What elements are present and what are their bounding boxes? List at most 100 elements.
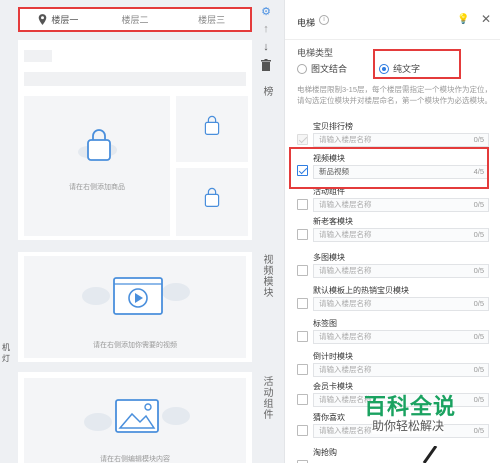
floor-item-checkbox[interactable] bbox=[297, 298, 308, 309]
arrow-down-icon[interactable]: ↓ bbox=[258, 41, 274, 59]
elevator-hint: 电梯楼层限制3-15层，每个楼层需指定一个模块作为定位，请勾选定位模块并对楼层命… bbox=[297, 85, 493, 105]
floor-name-input[interactable]: 请输入楼层名称 0/5 bbox=[313, 228, 489, 242]
trash-icon[interactable] bbox=[258, 59, 274, 77]
watermark-subtitle: 助你轻松解决 bbox=[372, 417, 445, 434]
floor-name-placeholder: 请输入楼层名称 bbox=[319, 299, 372, 308]
panel-header: 电梯 i 💡 ✕ bbox=[285, 0, 500, 40]
placeholder-bar bbox=[24, 72, 246, 86]
product-hint: 请在右侧添加商品 bbox=[69, 184, 125, 191]
shopping-bag-icon bbox=[204, 115, 220, 135]
side-label-top: 榜 bbox=[261, 86, 272, 97]
watermark: 百科全说 助你轻松解决 bbox=[358, 385, 470, 463]
video-module[interactable]: 请在右侧添加你需要的视频 bbox=[18, 252, 252, 362]
floor-name-input[interactable]: 请输入楼层名称 0/5 bbox=[313, 198, 489, 212]
floor-item-label: 猜你喜欢 bbox=[313, 413, 345, 422]
location-pin-icon bbox=[39, 14, 47, 25]
floor-name-placeholder: 请输入楼层名称 bbox=[319, 365, 372, 374]
floor-name-placeholder: 请输入楼层名称 bbox=[319, 135, 372, 144]
floor-item: 活动组件 请输入楼层名称 0/5 bbox=[297, 186, 489, 216]
edge-char-1: 机 bbox=[2, 343, 10, 352]
floor-name-input[interactable]: 请输入楼层名称 0/5 bbox=[313, 264, 489, 278]
floor-item-label: 多图模块 bbox=[313, 253, 345, 262]
floor-item: 新老客模块 请输入楼层名称 0/5 bbox=[297, 216, 489, 246]
char-count: 0/5 bbox=[473, 230, 484, 239]
product-image-large: 请在右侧添加商品 bbox=[24, 96, 170, 236]
product-image-small-1 bbox=[176, 96, 248, 162]
floor-tab-1[interactable]: 楼层一 bbox=[20, 13, 97, 26]
floor-item-checkbox[interactable] bbox=[297, 229, 308, 240]
floor-item: 默认模板上的热销宝贝模块请输入楼层名称 0/5 bbox=[297, 285, 489, 315]
trash-shape bbox=[261, 59, 271, 71]
gear-icon[interactable]: ⚙ bbox=[258, 5, 274, 23]
shopping-bag-icon bbox=[204, 187, 220, 207]
floor-name-input[interactable]: 请输入楼层名称 0/5 bbox=[313, 363, 489, 377]
char-count: 0/5 bbox=[473, 426, 484, 435]
highlight-box-radio bbox=[373, 49, 461, 79]
elevator-type-label: 电梯类型 bbox=[297, 48, 334, 58]
activity-module[interactable]: 请在右侧编辑模块内容 bbox=[18, 372, 252, 463]
floor-name-placeholder: 请输入楼层名称 bbox=[319, 332, 372, 341]
activity-placeholder: 请在右侧编辑模块内容 bbox=[24, 378, 246, 463]
side-label-activity: 活动组件 bbox=[261, 376, 272, 420]
placeholder-bar bbox=[24, 50, 52, 62]
panel-title: 电梯 bbox=[297, 18, 316, 28]
char-count: 0/5 bbox=[473, 200, 484, 209]
lightbulb-icon[interactable]: 💡 bbox=[457, 14, 469, 25]
floor-item-label: 会员卡模块 bbox=[313, 382, 353, 391]
floor-item-checkbox[interactable] bbox=[297, 425, 308, 436]
side-label-video: 视频模块 bbox=[261, 254, 272, 298]
char-count: 0/5 bbox=[473, 266, 484, 275]
floor-name-placeholder: 请输入楼层名称 bbox=[319, 230, 372, 239]
floor-item-checkbox[interactable] bbox=[297, 394, 308, 405]
char-count: 0/5 bbox=[473, 299, 484, 308]
floor-item-label: 倒计时模块 bbox=[313, 352, 353, 361]
video-placeholder: 请在右侧添加你需要的视频 bbox=[24, 256, 246, 358]
image-icon bbox=[84, 399, 190, 433]
floor-tab-1-label: 楼层一 bbox=[51, 15, 79, 25]
highlight-box-video bbox=[289, 147, 489, 189]
floor-tab-2[interactable]: 楼层二 bbox=[97, 13, 174, 26]
video-hint: 请在右侧添加你需要的视频 bbox=[93, 342, 177, 349]
close-icon[interactable]: ✕ bbox=[481, 12, 491, 26]
floor-item: 多图模块请输入楼层名称 0/5 bbox=[297, 252, 489, 282]
radio-image-text-label: 图文结合 bbox=[311, 64, 348, 74]
char-count: 0/5 bbox=[473, 365, 484, 374]
edge-char-2: 灯 bbox=[2, 354, 10, 363]
floor-tab-3[interactable]: 楼层三 bbox=[173, 13, 250, 26]
edge-text-fragment: 机 灯 bbox=[2, 342, 12, 364]
floor-item: 标签图请输入楼层名称 0/5 bbox=[297, 318, 489, 348]
floor-tab-2-label: 楼层二 bbox=[121, 15, 149, 25]
arrow-up-icon[interactable]: ↑ bbox=[258, 23, 274, 41]
floor-item-checkbox[interactable] bbox=[297, 199, 308, 210]
module-toolbar: ⚙ ↑ ↓ bbox=[258, 5, 274, 77]
char-count: 0/5 bbox=[473, 332, 484, 341]
shopping-bag-icon bbox=[78, 129, 117, 161]
floor-item-label: 标签图 bbox=[313, 319, 337, 328]
activity-hint: 请在右侧编辑模块内容 bbox=[100, 456, 170, 463]
floor-item-label: 淘抢购 bbox=[313, 448, 337, 457]
char-count: 0/5 bbox=[473, 395, 484, 404]
floor-tab-3-label: 楼层三 bbox=[198, 15, 226, 25]
floor-item-label: 宝贝排行榜 bbox=[313, 122, 353, 131]
info-icon[interactable]: i bbox=[319, 15, 329, 25]
floor-item: 倒计时模块请输入楼层名称 0/5 bbox=[297, 351, 489, 381]
floor-name-input[interactable]: 请输入楼层名称 0/5 bbox=[313, 330, 489, 344]
floor-name-placeholder: 请输入楼层名称 bbox=[319, 266, 372, 275]
floor-item-checkbox bbox=[297, 134, 308, 145]
pointer-arrow-icon bbox=[422, 446, 438, 463]
radio-image-text[interactable]: 图文结合 bbox=[297, 62, 347, 75]
product-image-small-2 bbox=[176, 168, 248, 236]
page-canvas: 楼层一 楼层二 楼层三 请在右侧添加商品 请在右侧添加你需要的视频 请在右侧编辑… bbox=[18, 0, 252, 463]
floor-item-label: 默认模板上的热销宝贝模块 bbox=[313, 286, 409, 295]
floor-tabs: 楼层一 楼层二 楼层三 bbox=[18, 7, 252, 32]
floor-name-placeholder: 请输入楼层名称 bbox=[319, 200, 372, 209]
floor-item-checkbox[interactable] bbox=[297, 331, 308, 342]
floor-item-checkbox[interactable] bbox=[297, 265, 308, 276]
product-module[interactable]: 请在右侧添加商品 bbox=[18, 40, 252, 240]
radio-off-icon bbox=[297, 63, 307, 74]
floor-item-checkbox[interactable] bbox=[297, 364, 308, 375]
floor-name-input[interactable]: 请输入楼层名称 0/5 bbox=[313, 297, 489, 311]
floor-name-input[interactable]: 请输入楼层名称 0/5 bbox=[313, 133, 489, 147]
video-play-icon bbox=[82, 277, 190, 315]
char-count: 0/5 bbox=[473, 135, 484, 144]
